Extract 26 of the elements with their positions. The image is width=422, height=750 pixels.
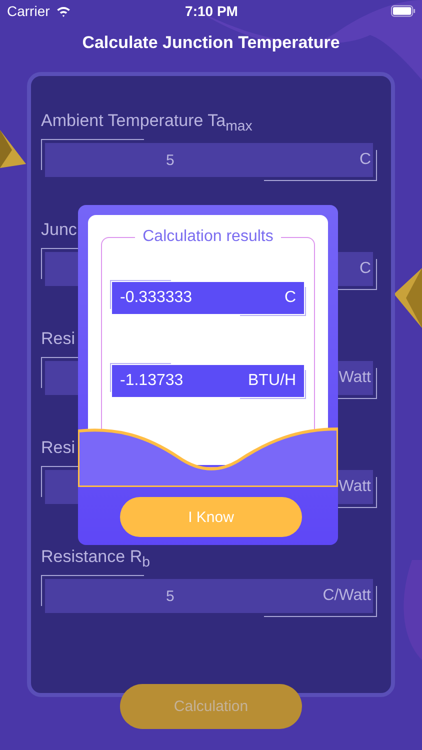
dialog-title: Calculation results (142, 228, 274, 246)
input-field[interactable]: 5 C/Watt (41, 575, 377, 617)
field-value: 5 (166, 588, 174, 604)
battery-icon (390, 5, 416, 17)
status-time: 7:10 PM (185, 3, 238, 19)
input-field[interactable]: 5 C (41, 139, 377, 181)
field-label: Resi (41, 329, 76, 350)
unit-label: C (284, 289, 296, 307)
carrier-name: Carrier (7, 3, 50, 19)
field-label: Resistance R$_{b}$ (41, 547, 150, 569)
unit-label: C/Watt (322, 587, 371, 605)
unit-label: Watt (338, 478, 371, 496)
crystal-drawing (0, 130, 26, 168)
unit-label: BTU/H (248, 372, 296, 390)
field-label: Ambient Temperature Ta$_{max}$ (41, 111, 252, 133)
result-value: -1.13733 (120, 372, 184, 390)
page-title: Calculate Junction Temperature (81, 33, 341, 54)
crystal-drawing (394, 268, 422, 328)
wifi-icon (56, 6, 71, 16)
field-value: 5 (166, 152, 174, 168)
unit-label: C (359, 260, 371, 278)
unit-label: C (359, 151, 371, 169)
result-value: -0.333333 (120, 289, 192, 307)
field-label: Junc (41, 220, 77, 241)
field-label: Resi (41, 438, 76, 459)
unit-label: Watt (338, 369, 371, 387)
